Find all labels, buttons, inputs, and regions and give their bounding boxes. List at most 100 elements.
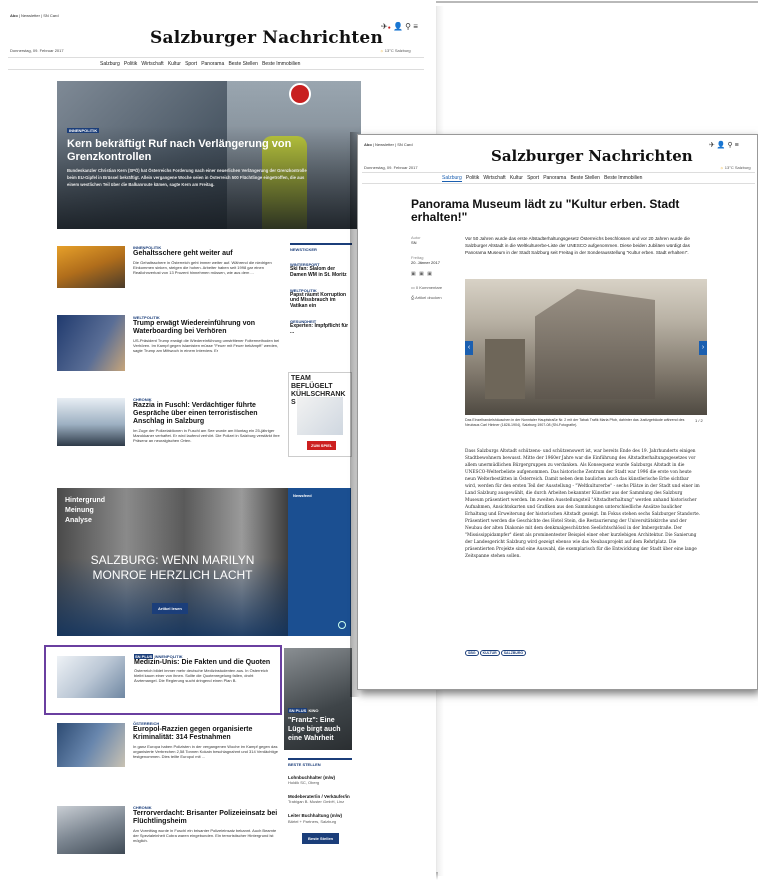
article-terror[interactable]: CHRONIK Terrorverdacht: Brisanter Polize… [133, 805, 281, 843]
job-company: Trabigan B. Muster GmbH, Linz [288, 799, 345, 805]
frantz-title[interactable]: "Frantz": Eine Lüge birgt auch eine Wahr… [288, 716, 350, 743]
article-image-terror[interactable] [57, 806, 125, 854]
hero-article[interactable]: INNENPOLITIK Kern bekräftigt Ruf nach Ve… [57, 81, 361, 229]
nav-sport[interactable]: Sport [527, 175, 539, 181]
article-razzia[interactable]: CHRONIK Razzia in Fuschl: Verdächtiger f… [133, 397, 281, 443]
sidebar-item[interactable]: Ski fan: Slalom der Damen WM in St. Mori… [290, 266, 352, 279]
sidebar-newsticker: NEWSTICKER WINTERSPORT Ski fan: Slalom d… [290, 243, 352, 335]
advertisement[interactable]: TEAM BEFLÜGELT KÜHLSCHRANK S ZUM SPIEL [288, 372, 352, 457]
gallery-next-button[interactable]: › [699, 341, 707, 355]
article-title[interactable]: Gehaltsschere geht weiter auf [133, 250, 281, 258]
nav-panorama[interactable]: Panorama [201, 61, 224, 67]
article-screenshot: Abo | Newsletter | SN Card Donnerstag, 0… [357, 134, 758, 690]
top-link-newsletter[interactable]: Newsletter [21, 13, 40, 18]
nav-salzburg[interactable]: Salzburg [442, 175, 462, 182]
marilyn-title[interactable]: SALZBURG: WENN MARILYN MONROE HERZLICH L… [67, 553, 278, 583]
stop-sign-icon [289, 83, 311, 105]
nav-kultur[interactable]: Kultur [510, 175, 523, 181]
frantz-teaser[interactable]: SN PLUS KINO "Frantz": Eine Lüge birgt a… [284, 648, 352, 750]
masthead-logo[interactable]: Salzburger Nachrichten [150, 28, 383, 48]
article-gehalt[interactable]: INNENPOLITIK Gehaltsschere geht weiter a… [133, 245, 281, 275]
share-icons: ▣ ▣ ▣ [411, 271, 451, 277]
refresh-icon[interactable] [338, 621, 346, 629]
featured-image [57, 656, 125, 698]
nav-politik[interactable]: Politik [466, 175, 479, 181]
frantz-tag: KINO [308, 708, 319, 713]
hero-teaser: Bundeskanzler Christian Kern (SPÖ) hat Ö… [67, 168, 307, 187]
top-link-abo[interactable]: Abo [364, 142, 372, 147]
marilyn-button[interactable]: Artikel lesen [152, 603, 188, 614]
article-date: 20. Jänner 2017 [411, 260, 440, 265]
article-image-gehalt[interactable] [57, 246, 125, 288]
nav-sport[interactable]: Sport [185, 61, 197, 67]
top-links: Abo | Newsletter | SN Card [10, 13, 59, 18]
nav-beste-stellen[interactable]: Beste Stellen [228, 61, 257, 67]
featured-article[interactable]: SN PLUS INNENPOLITIK Medizin-Unis: Die F… [44, 645, 282, 715]
facebook-icon[interactable]: ▣ [411, 271, 417, 277]
p2-masthead-logo[interactable]: Salzburger Nachrichten [491, 147, 693, 165]
featured-title[interactable]: Medizin-Unis: Die Fakten und die Quoten [134, 659, 278, 667]
nav-salzburg[interactable]: Salzburg [100, 61, 120, 67]
hero-title[interactable]: Kern bekräftigt Ruf nach Verlängerung vo… [67, 138, 297, 164]
p2-nav-divider [362, 183, 755, 184]
article-title[interactable]: Razzia in Fuschl: Verdächtiger führte Ge… [133, 402, 281, 426]
top-link-sncard[interactable]: SN Card [397, 142, 412, 147]
article-image-europol[interactable] [57, 723, 125, 767]
notification-icon[interactable]: ✈ [709, 142, 715, 149]
article-title[interactable]: Trump erwägt Wiedereinführung von Waterb… [133, 320, 281, 336]
sidebar-item[interactable]: Experten: Impfpflicht für ... [290, 323, 352, 336]
search-icon[interactable]: ⚲ [728, 142, 733, 149]
user-icon[interactable]: 👤 [717, 142, 726, 149]
main-nav: Salzburg Politik Wirtschaft Kultur Sport… [100, 61, 300, 67]
article-intro: Vor 50 Jahren wurde das erste Altstadter… [465, 236, 690, 255]
nav-beste-stellen[interactable]: Beste Stellen [570, 175, 599, 181]
photo-gallery[interactable]: ‹ › [465, 279, 707, 415]
top-link-abo[interactable]: Abo [10, 13, 18, 18]
article-image-razzia[interactable] [57, 398, 125, 446]
nav-beste-immobilien[interactable]: Beste Immobilien [262, 61, 300, 67]
ad-button[interactable]: ZUM SPIEL [307, 441, 337, 450]
gallery-prev-button[interactable]: ‹ [465, 341, 473, 355]
snplus-badge: SN PLUS [288, 708, 308, 713]
twitter-icon[interactable]: ▣ [419, 271, 425, 277]
nav-panorama[interactable]: Panorama [543, 175, 566, 181]
nav-wirtschaft[interactable]: Wirtschaft [483, 175, 505, 181]
article-trump[interactable]: WELTPOLITIK Trump erwägt Wiedereinführun… [133, 315, 281, 353]
newsfeed-panel[interactable]: Newsfeed [288, 488, 351, 636]
hero-tag[interactable]: INNENPOLITIK [67, 128, 100, 133]
jobs-button[interactable]: Beste Stellen [302, 832, 340, 844]
nav-kultur[interactable]: Kultur [168, 61, 181, 67]
weather: ☼ 13°C Salzburg [380, 48, 411, 53]
author-name[interactable]: SN [411, 240, 451, 245]
marilyn-labels: Hintergrund Meinung Analyse [65, 496, 105, 526]
mail-icon[interactable]: ▣ [427, 271, 433, 277]
p2-header-icons: ✈ 👤 ⚲ ≡ [709, 141, 739, 149]
article-title[interactable]: Terrorverdacht: Brisanter Polizeieinsatz… [133, 810, 281, 826]
user-icon[interactable]: 👤 [393, 22, 403, 31]
tag-kultur[interactable]: KULTUR [479, 650, 500, 656]
tag-sbg[interactable]: SBG [465, 650, 479, 656]
header-divider [8, 57, 424, 58]
top-link-sncard[interactable]: SN Card [43, 13, 58, 18]
label-analyse: Analyse [65, 517, 92, 524]
building-shape [535, 289, 655, 399]
notification-icon[interactable]: ✈ [381, 22, 388, 31]
menu-icon[interactable]: ≡ [735, 142, 739, 149]
article-europol[interactable]: ÖSTERREICH Europol-Razzien gegen organis… [133, 721, 281, 759]
nav-beste-immobilien[interactable]: Beste Immobilien [604, 175, 642, 181]
sidebar-item[interactable]: Papst räumt Korruption und Missbrauch im… [290, 292, 352, 310]
tag-salzburg[interactable]: SALZBURG [500, 650, 527, 656]
article-title[interactable]: Europol-Razzien gegen organisierte Krimi… [133, 726, 281, 742]
nav-politik[interactable]: Politik [124, 61, 137, 67]
search-icon[interactable]: ⚲ [405, 22, 411, 31]
weather-text: 13°C Salzburg [724, 165, 751, 170]
print-link[interactable]: Artikel drucken [415, 295, 441, 300]
top-link-newsletter[interactable]: Newsletter [375, 142, 394, 147]
article-image-trump[interactable] [57, 315, 125, 371]
nav-wirtschaft[interactable]: Wirtschaft [141, 61, 163, 67]
comments-link[interactable]: 0 Kommentare [416, 285, 442, 290]
marilyn-feature[interactable]: Hintergrund Meinung Analyse SALZBURG: WE… [57, 488, 288, 636]
menu-icon[interactable]: ≡ [413, 22, 418, 31]
sidebar-header: NEWSTICKER [290, 243, 352, 252]
header-icons: ✈● 👤 ⚲ ≡ [381, 22, 418, 31]
